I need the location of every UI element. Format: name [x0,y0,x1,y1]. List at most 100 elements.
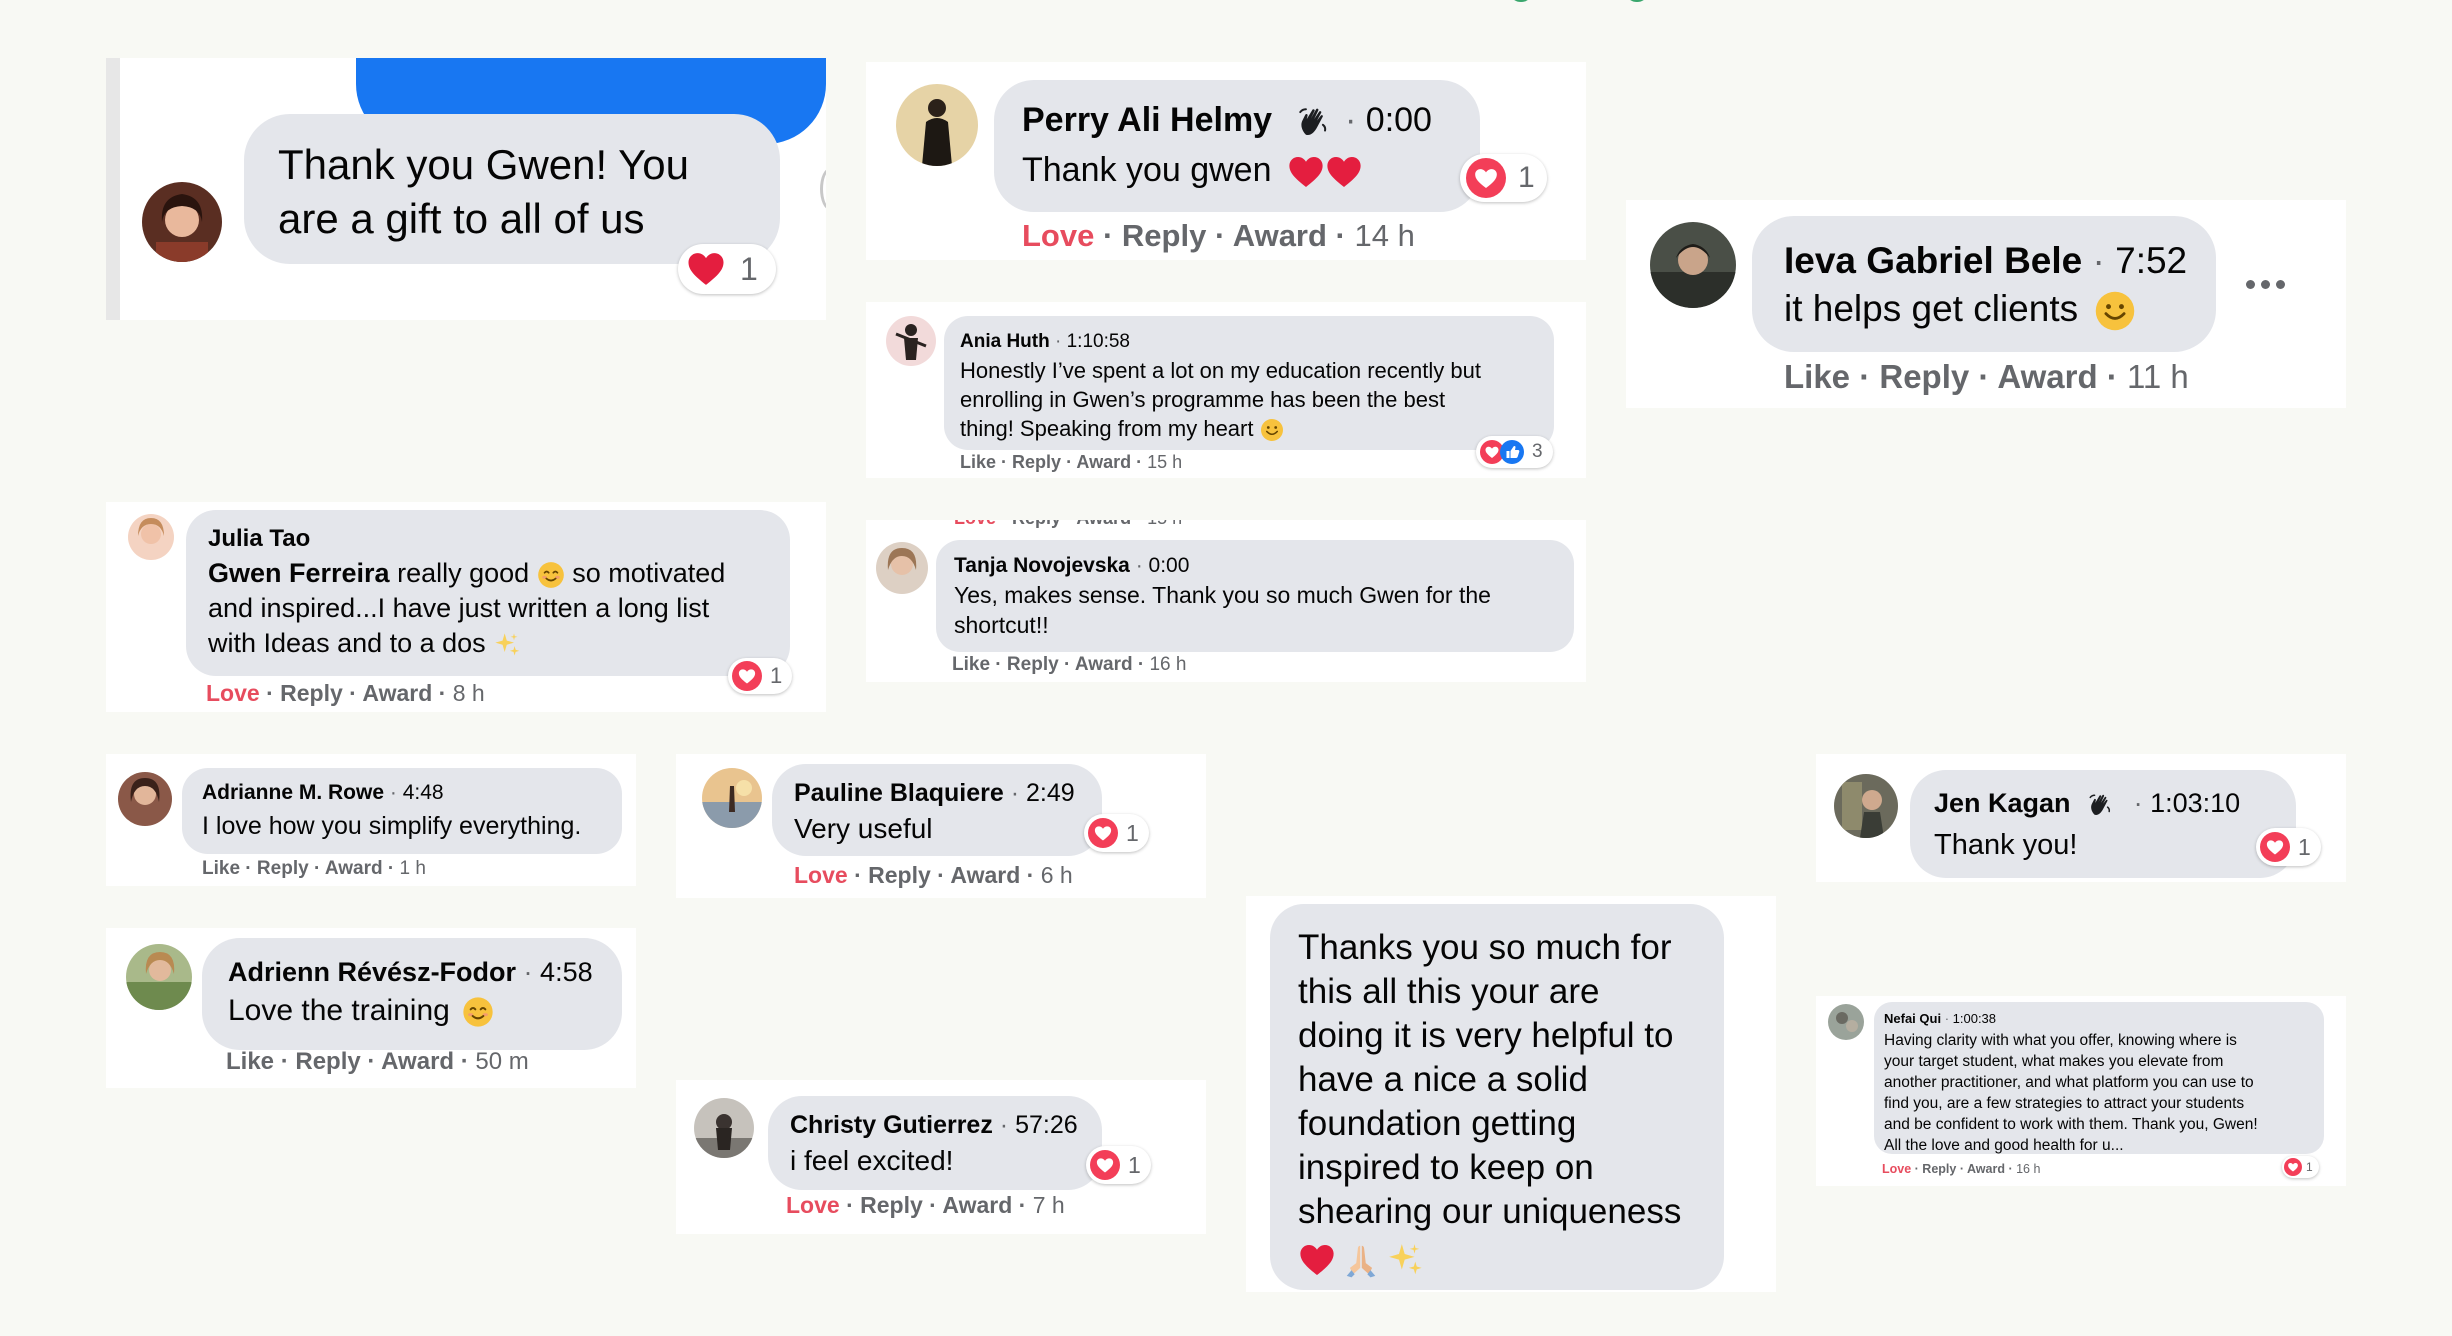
comment-age[interactable]: 50 m [475,1048,528,1075]
comment-age[interactable]: 16 h [1149,654,1186,675]
comment-actions: Love · Reply · Award · 6 h [794,862,1073,888]
message-text-line: have a nice a solid [1298,1060,1588,1099]
commenter-name[interactable]: Pauline Blaquiere [794,779,1004,807]
video-timestamp[interactable]: 0:00 [1149,554,1190,577]
award-button[interactable]: Award [1997,358,2097,395]
more-options-icon[interactable] [2246,280,2286,290]
award-button[interactable]: Award [381,1048,454,1075]
mention-link[interactable]: Gwen Ferreira [208,558,390,588]
commenter-name[interactable]: Ania Huth [960,331,1050,352]
commenter-name[interactable]: Nefai Qui [1884,1011,1941,1026]
video-timestamp[interactable]: 1:03:10 [2150,788,2240,818]
avatar[interactable] [1834,774,1898,838]
avatar[interactable] [142,182,222,262]
award-button[interactable]: Award [325,858,383,879]
award-button[interactable]: Award [1233,218,1327,253]
award-button[interactable]: Award [1076,452,1131,472]
award-button[interactable]: Award [1967,1162,2005,1176]
reaction-count[interactable]: 1 [1084,814,1149,852]
avatar[interactable] [1828,1004,1864,1040]
video-timestamp[interactable]: 0:00 [1366,101,1432,139]
commenter-name[interactable]: Adrianne M. Rowe [202,781,384,804]
love-button[interactable]: Love [206,680,260,706]
love-button[interactable]: Love [1022,218,1094,253]
comment-text-line: really good [397,558,530,588]
comment-bubble: Christy Gutierrez · 57:26 i feel excited… [768,1096,1102,1190]
comment-age[interactable]: 15 h [1147,520,1182,528]
comment-age[interactable]: 6 h [1041,862,1073,888]
love-button[interactable]: Love [1882,1162,1911,1176]
comment-age[interactable]: 1 h [399,858,425,879]
reaction-count[interactable]: 1 [2282,1156,2319,1178]
avatar[interactable] [128,514,174,560]
commenter-name[interactable]: Tanja Novojevska [954,554,1130,577]
separator-dot: · [384,781,403,804]
like-button[interactable]: Like [952,654,990,675]
avatar[interactable] [126,944,192,1010]
commenter-name[interactable]: Julia Tao [208,525,310,552]
reply-button[interactable]: Reply [1922,1162,1956,1176]
reply-button[interactable]: Reply [860,1192,923,1218]
love-button[interactable]: Love [794,862,848,888]
reply-button[interactable]: Reply [1007,654,1059,675]
avatar[interactable] [896,84,978,166]
avatar[interactable] [118,772,172,826]
comment-text-line: Thank you Gwen! You [278,141,689,188]
commenter-name[interactable]: Perry Ali Helmy [1022,101,1272,139]
reply-button[interactable]: Reply [280,680,343,706]
avatar[interactable] [1650,222,1736,308]
reaction-count[interactable]: 1 [678,244,776,294]
reaction-count[interactable]: 1 [2256,828,2321,866]
video-timestamp[interactable]: 1:10:58 [1067,331,1130,352]
video-timestamp[interactable]: 57:26 [1015,1111,1078,1139]
comment-bubble: Julia Tao Gwen Ferreira really good so m… [186,510,790,676]
comment-actions: Like · Reply · Award · 11 h [1784,358,2189,395]
reply-button[interactable]: Reply [1122,218,1206,253]
like-icon [1500,440,1524,464]
comment-age[interactable]: 14 h [1355,218,1415,253]
comment-age[interactable]: 16 h [2016,1162,2040,1176]
award-button[interactable]: Award [362,680,432,706]
reaction-count[interactable]: 1 [1086,1146,1151,1184]
side-control-partial [820,168,826,210]
commenter-name[interactable]: Jen Kagan [1934,788,2071,818]
award-button[interactable]: Award [1076,520,1131,528]
separator-dot: · [992,1111,1016,1139]
reaction-count[interactable]: 1 [1460,154,1547,202]
avatar[interactable] [702,768,762,828]
reaction-count[interactable]: 1 [728,658,793,694]
video-timestamp[interactable]: 1:00:38 [1953,1011,1996,1026]
comment-age[interactable]: 11 h [2127,358,2189,395]
award-button[interactable]: Award [942,1192,1012,1218]
video-timestamp[interactable]: 4:58 [540,957,593,987]
commenter-name[interactable]: Christy Gutierrez [790,1111,993,1139]
avatar[interactable] [886,316,936,366]
comment-age[interactable]: 8 h [453,680,485,706]
video-timestamp[interactable]: 4:48 [403,781,444,804]
reply-button[interactable]: Reply [257,858,309,879]
award-button[interactable]: Award [1075,654,1133,675]
like-button[interactable]: Like [1784,358,1850,395]
video-timestamp[interactable]: 7:52 [2115,240,2187,281]
avatar[interactable] [694,1098,754,1158]
award-button[interactable]: Award [950,862,1020,888]
heart-circle-icon [1466,158,1506,198]
heart-icon [1298,1241,1336,1279]
reply-button[interactable]: Reply [868,862,931,888]
like-button[interactable]: Like [226,1048,274,1075]
like-button[interactable]: Like [960,452,996,472]
reply-button[interactable]: Reply [1012,520,1061,528]
love-button[interactable]: Love [954,520,996,528]
commenter-name[interactable]: Ieva Gabriel Bele [1784,240,2082,281]
like-button[interactable]: Like [202,858,240,879]
comment-age[interactable]: 15 h [1147,452,1182,472]
love-button[interactable]: Love [786,1192,840,1218]
reply-button[interactable]: Reply [1012,452,1061,472]
reply-button[interactable]: Reply [1879,358,1969,395]
reply-button[interactable]: Reply [295,1048,360,1075]
video-timestamp[interactable]: 2:49 [1026,779,1075,807]
commenter-name[interactable]: Adrienn Révész-Fodor [228,957,516,987]
reaction-count[interactable]: 3 [1476,436,1553,468]
comment-age[interactable]: 7 h [1033,1192,1065,1218]
avatar[interactable] [876,542,928,594]
